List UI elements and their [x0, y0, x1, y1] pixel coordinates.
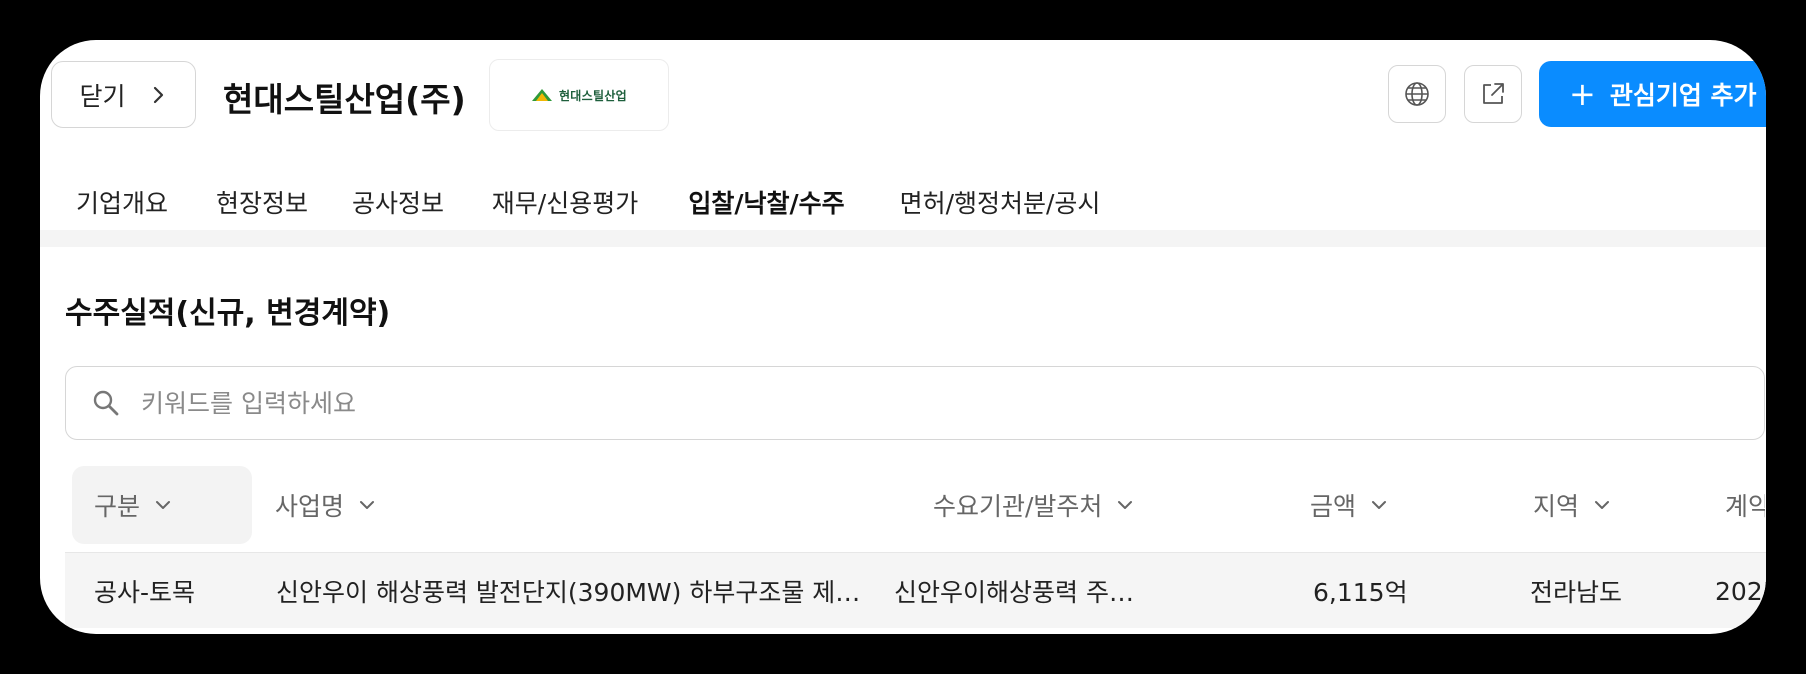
column-header-label: 계약	[1725, 492, 1765, 521]
globe-icon	[1405, 82, 1429, 106]
column-header-client[interactable]: 수요기관/발주처	[933, 466, 1134, 544]
tab-company-overview[interactable]: 기업개요	[74, 170, 170, 234]
column-header-label: 수요기관/발주처	[933, 492, 1103, 521]
column-header-label: 금액	[1310, 492, 1357, 521]
cell-project-name: 신안우이 해상풍력 발전단지(390MW) 하부구조물 제…	[276, 578, 861, 607]
plus-icon: +	[1569, 75, 1596, 113]
chevron-down-icon	[360, 501, 375, 509]
close-button-label: 닫기	[79, 81, 126, 111]
app-window: 닫기 현대스틸산업(주) 현대스틸산업 + 관심기업 추가 기업개요 현장정보 …	[40, 40, 1766, 634]
chevron-down-icon	[1595, 501, 1610, 509]
search-input[interactable]	[141, 388, 1641, 418]
header: 닫기 현대스틸산업(주) 현대스틸산업 + 관심기업 추가	[40, 40, 1766, 190]
company-logo: 현대스틸산업	[489, 59, 669, 131]
tab-site-info[interactable]: 현장정보	[214, 170, 310, 234]
cell-contract: 2025	[1715, 576, 1766, 606]
tab-construction-info[interactable]: 공사정보	[350, 170, 446, 234]
column-header-region[interactable]: 지역	[1533, 466, 1611, 544]
column-header-label: 사업명	[275, 492, 345, 521]
cell-client: 신안우이해상풍력 주…	[894, 578, 1134, 607]
tab-finance-credit[interactable]: 재무/신용평가	[485, 170, 645, 234]
company-title: 현대스틸산업(주)	[223, 80, 466, 119]
logo-mark-icon	[531, 89, 552, 101]
close-button[interactable]: 닫기	[51, 61, 196, 128]
cell-amount: 6,115억	[1313, 578, 1408, 607]
column-header-category[interactable]: 구분	[72, 466, 252, 544]
chevron-right-icon	[153, 86, 163, 103]
chevron-down-icon	[1118, 501, 1133, 509]
add-interest-company-label: 관심기업 추가	[1609, 81, 1757, 110]
tab-bar: 기업개요 현장정보 공사정보 재무/신용평가 입찰/낙찰/수주 면허/행정처분/…	[40, 170, 1766, 238]
chevron-down-icon	[1372, 501, 1387, 509]
column-header-amount[interactable]: 금액	[1310, 466, 1388, 544]
tab-bid-award-order[interactable]: 입찰/낙찰/수주	[665, 170, 868, 238]
table-row[interactable]: 공사-토목 신안우이 해상풍력 발전단지(390MW) 하부구조물 제… 신안우…	[65, 552, 1766, 628]
column-header-label: 지역	[1533, 492, 1580, 521]
chevron-down-icon	[156, 501, 171, 509]
column-header-project-name[interactable]: 사업명	[275, 466, 376, 544]
tab-license-disclosure[interactable]: 면허/행정처분/공시	[887, 170, 1113, 234]
section-title: 수주실적(신규, 변경계약)	[65, 296, 391, 331]
external-link-button[interactable]	[1464, 65, 1522, 123]
tab-divider	[40, 230, 1766, 247]
search-box[interactable]	[65, 366, 1765, 440]
column-header-contract[interactable]: 계약	[1725, 466, 1765, 544]
cell-region: 전라남도	[1530, 578, 1623, 607]
search-icon	[93, 390, 119, 416]
add-interest-company-button[interactable]: + 관심기업 추가	[1539, 61, 1766, 127]
globe-button[interactable]	[1388, 65, 1446, 123]
logo-text: 현대스틸산업	[558, 88, 628, 103]
column-header-label: 구분	[94, 492, 141, 521]
external-link-icon	[1483, 83, 1504, 104]
cell-category: 공사-토목	[94, 578, 196, 607]
